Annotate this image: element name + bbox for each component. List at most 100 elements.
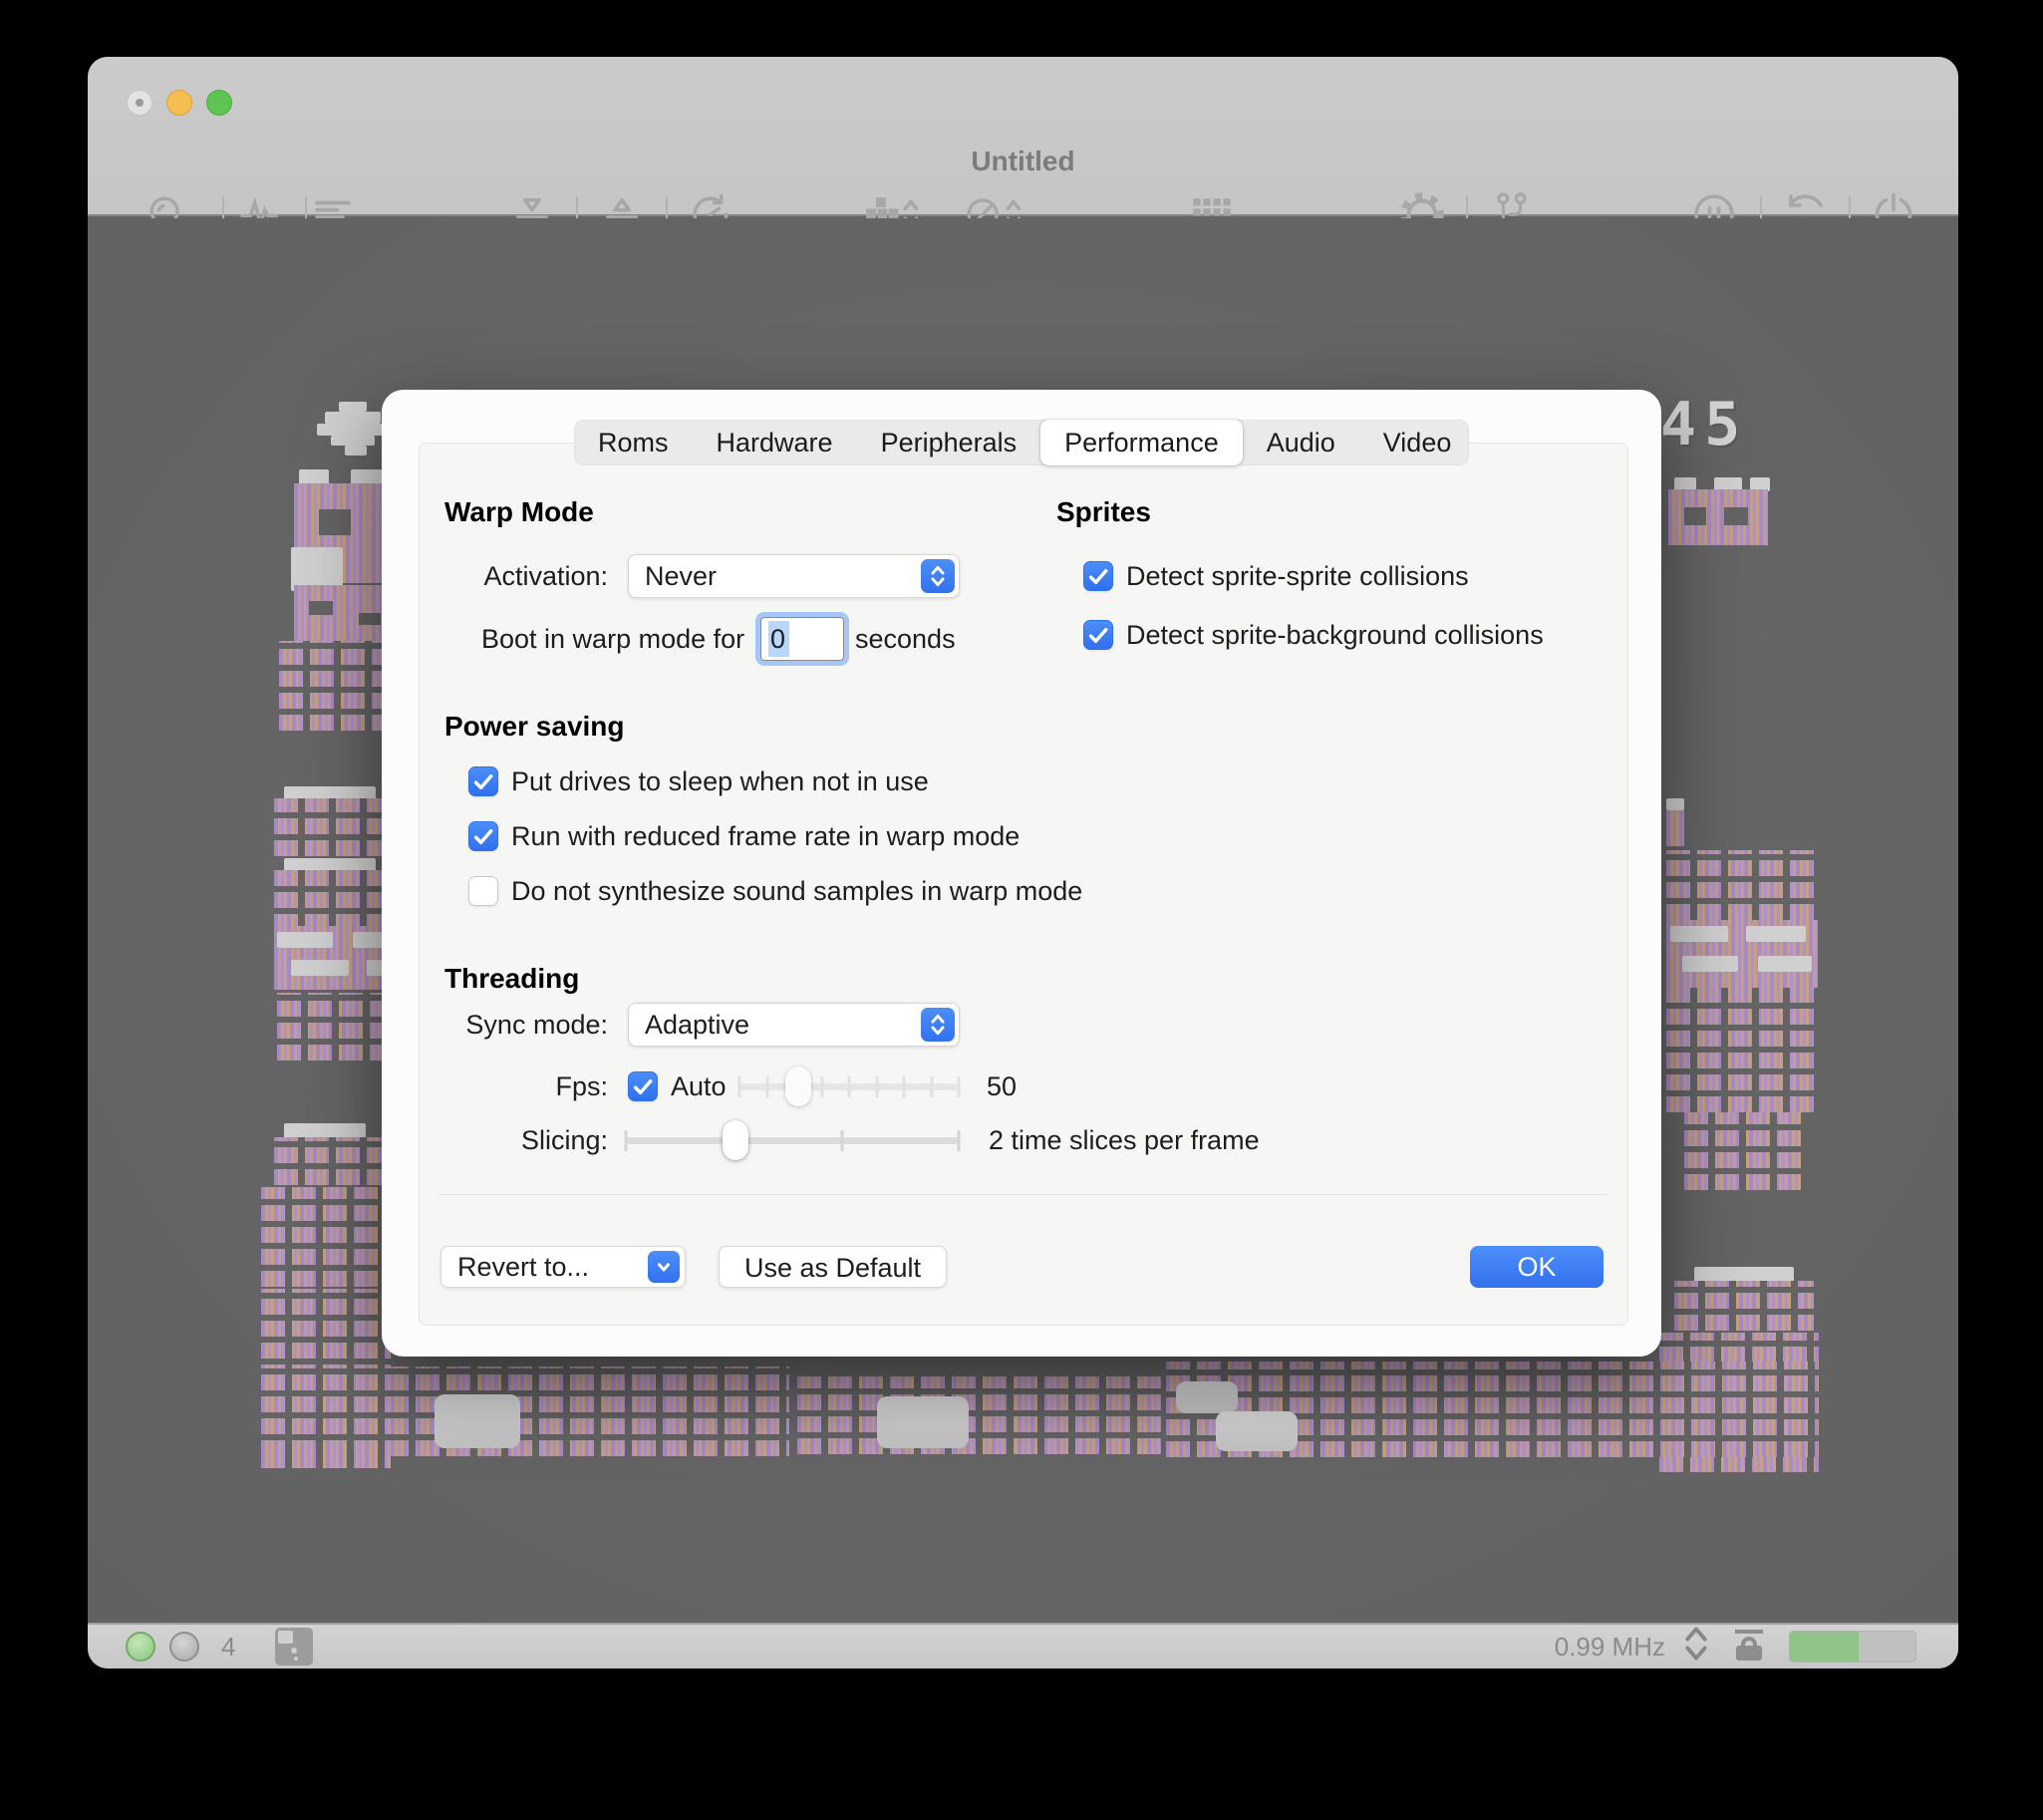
fps-slider-thumb[interactable] (785, 1066, 811, 1106)
popup-updown-icon (921, 559, 955, 593)
game-sprite (261, 1187, 386, 1287)
game-sprite (1666, 810, 1684, 846)
power-led (126, 1632, 155, 1662)
boot-warp-seconds-value: 0 (768, 621, 789, 657)
game-sprite (877, 1396, 969, 1448)
sync-mode-value: Adaptive (629, 1010, 921, 1041)
no-sound-synth-row[interactable]: Do not synthesize sound samples in warp … (468, 869, 1082, 913)
game-sprite (261, 1366, 789, 1456)
game-sprite (339, 402, 367, 412)
warp-lock-icon[interactable] (1735, 1630, 1763, 1664)
game-sprite (1670, 926, 1728, 942)
warp-mode-heading: Warp Mode (444, 496, 594, 528)
sync-mode-popup[interactable]: Adaptive (628, 1003, 960, 1047)
sprite-background-collisions-row[interactable]: Detect sprite-background collisions (1083, 613, 1544, 657)
fps-auto-row[interactable]: Auto (628, 1064, 727, 1108)
game-sprite (359, 613, 381, 625)
tab-audio[interactable]: Audio (1243, 420, 1359, 465)
game-sprite (1674, 1281, 1814, 1331)
game-score-text: 45 (1660, 390, 1748, 459)
threading-heading: Threading (444, 963, 579, 995)
fps-auto-checkbox[interactable] (628, 1071, 658, 1101)
game-sprite (1758, 956, 1812, 972)
game-sprite (797, 1376, 1166, 1454)
game-sprite (1682, 956, 1738, 972)
fps-label: Fps: (444, 1064, 608, 1108)
popup-updown-icon (921, 1008, 955, 1042)
drive-sleep-checkbox[interactable] (468, 766, 498, 796)
window-minimize-button[interactable] (166, 90, 192, 116)
warp-activation-popup[interactable]: Never (628, 554, 960, 598)
drive-sleep-row[interactable]: Put drives to sleep when not in use (468, 759, 929, 803)
boot-warp-prefix: Boot in warp mode for (481, 617, 744, 661)
game-sprite (1684, 1112, 1804, 1190)
window-zoom-button[interactable] (206, 90, 232, 116)
drive-sleep-label: Put drives to sleep when not in use (511, 766, 929, 797)
sprites-heading: Sprites (1056, 496, 1151, 528)
revert-to-label: Revert to... (441, 1252, 648, 1283)
tab-peripherals[interactable]: Peripherals (857, 420, 1041, 465)
game-sprite (274, 870, 386, 930)
speed-stepper-icon[interactable] (1681, 1625, 1711, 1669)
sprite-background-collisions-label: Detect sprite-background collisions (1126, 620, 1544, 651)
revert-to-popup[interactable]: Revert to... (440, 1246, 686, 1288)
game-sprite (1666, 850, 1816, 920)
toolbar: Untitled Inspectors (88, 57, 1958, 216)
reduced-framerate-label: Run with reduced frame rate in warp mode (511, 821, 1020, 852)
sprite-sprite-collisions-row[interactable]: Detect sprite-sprite collisions (1083, 554, 1469, 598)
game-sprite (435, 1394, 520, 1448)
preferences-tab-bar: Roms Hardware Peripherals Performance Au… (574, 420, 1469, 465)
game-sprite (1746, 926, 1806, 942)
sprite-sprite-collisions-checkbox[interactable] (1083, 561, 1113, 591)
slicing-value: 2 time slices per frame (989, 1118, 1260, 1162)
drive-led (169, 1632, 199, 1662)
tab-hardware[interactable]: Hardware (693, 420, 857, 465)
game-sprite (1724, 507, 1748, 525)
boot-warp-suffix: seconds (855, 617, 956, 661)
cpu-speed: 0.99 MHz (1555, 1632, 1665, 1663)
fps-slider[interactable] (739, 1064, 959, 1108)
power-saving-heading: Power saving (444, 711, 625, 743)
game-sprite (1666, 988, 1816, 1112)
activation-label: Activation: (444, 554, 608, 598)
game-sprite (291, 960, 349, 976)
use-as-default-button[interactable]: Use as Default (719, 1246, 947, 1288)
no-sound-synth-checkbox[interactable] (468, 876, 498, 906)
game-sprite (331, 436, 375, 446)
game-sprite (274, 798, 386, 856)
game-sprite (274, 1137, 382, 1185)
boot-warp-seconds-field[interactable]: 0 (760, 617, 844, 661)
game-sprite (345, 446, 367, 455)
preferences-dialog: Roms Hardware Peripherals Performance Au… (382, 390, 1661, 1357)
no-sound-synth-label: Do not synthesize sound samples in warp … (511, 876, 1082, 907)
footer-separator (438, 1194, 1608, 1195)
game-sprite (1684, 507, 1706, 525)
sprite-background-collisions-checkbox[interactable] (1083, 620, 1113, 650)
slicing-slider-thumb[interactable] (723, 1120, 748, 1160)
game-sprite (319, 509, 351, 535)
reduced-framerate-row[interactable]: Run with reduced frame rate in warp mode (468, 814, 1020, 858)
tab-video[interactable]: Video (1359, 420, 1476, 465)
window-title: Untitled (88, 146, 1958, 177)
floppy-disk-icon (275, 1628, 313, 1666)
game-sprite (277, 932, 333, 948)
game-sprite (1668, 489, 1768, 545)
tab-roms[interactable]: Roms (574, 420, 693, 465)
tab-performance[interactable]: Performance (1040, 420, 1243, 465)
fps-value: 50 (987, 1064, 1017, 1108)
warp-activation-value: Never (629, 561, 921, 592)
game-sprite (309, 601, 333, 615)
game-sprite (277, 993, 385, 1061)
activity-progress-bar (1789, 1631, 1916, 1663)
game-sprite (317, 424, 389, 436)
window-close-button[interactable] (127, 90, 152, 116)
drive-number: 4 (221, 1632, 235, 1663)
reduced-framerate-checkbox[interactable] (468, 821, 498, 851)
game-sprite (1216, 1411, 1298, 1451)
ok-button[interactable]: OK (1470, 1246, 1604, 1288)
slicing-slider[interactable] (626, 1118, 959, 1162)
emulator-window: Untitled Inspectors (88, 57, 1958, 1668)
sync-mode-label: Sync mode: (444, 1003, 608, 1047)
fps-auto-label: Auto (671, 1071, 727, 1102)
slicing-label: Slicing: (444, 1118, 608, 1162)
